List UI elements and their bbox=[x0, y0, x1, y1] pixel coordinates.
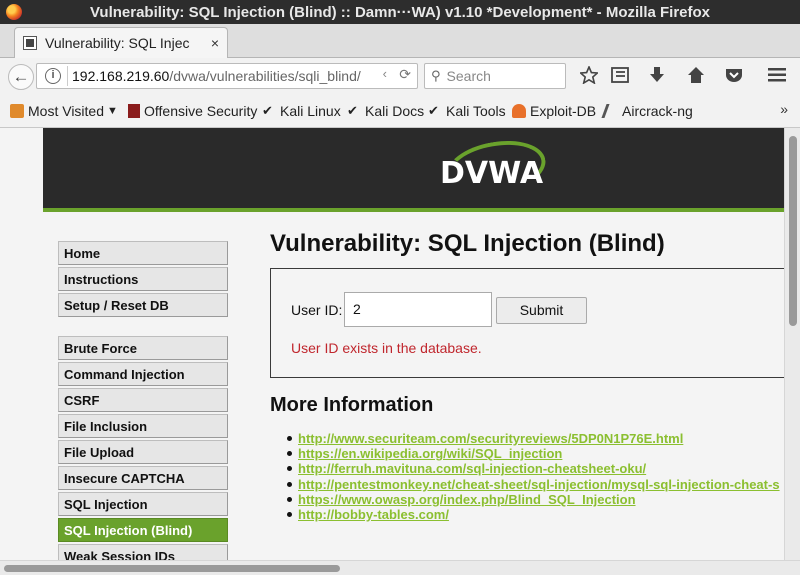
downloads-icon[interactable] bbox=[649, 66, 665, 84]
url-host: 192.168.219.60 bbox=[72, 68, 170, 84]
bookmark-label: Kali Tools bbox=[446, 103, 506, 119]
result-message: User ID exists in the database. bbox=[291, 340, 482, 356]
kali-dragon-icon: ✔ bbox=[347, 103, 358, 118]
page-title: Vulnerability: SQL Injection (Blind) bbox=[270, 230, 665, 257]
dvwa-sidebar: Home Instructions Setup / Reset DB Brute… bbox=[43, 216, 270, 560]
reference-links: http://www.securiteam.com/securityreview… bbox=[287, 431, 784, 522]
reload-icon[interactable]: ⟳ bbox=[399, 66, 411, 83]
dvwa-main-body: Vulnerability: SQL Injection (Blind) Use… bbox=[270, 216, 784, 560]
reference-link[interactable]: http://bobby-tables.com/ bbox=[298, 507, 449, 522]
home-icon[interactable] bbox=[687, 66, 705, 84]
search-input[interactable]: ⚲ Search bbox=[424, 63, 566, 89]
library-icon[interactable] bbox=[611, 67, 629, 83]
search-placeholder: Search bbox=[446, 68, 491, 84]
menu-brute-force[interactable]: Brute Force bbox=[58, 336, 228, 360]
dvwa-logo[interactable]: DVWA bbox=[438, 133, 550, 203]
bookmarks-overflow-button[interactable]: » bbox=[780, 101, 788, 117]
bookmark-star-icon[interactable] bbox=[580, 66, 598, 84]
vertical-scrollbar[interactable] bbox=[784, 128, 800, 560]
firefox-icon bbox=[6, 4, 22, 20]
kali-dragon-icon: ✔ bbox=[262, 103, 273, 118]
submit-button[interactable]: Submit bbox=[496, 297, 587, 324]
offsec-icon bbox=[128, 104, 140, 118]
horizontal-scroll-thumb[interactable] bbox=[4, 565, 340, 572]
bookmark-exploit-db[interactable]: Exploit-DB bbox=[512, 103, 596, 119]
vertical-scroll-thumb[interactable] bbox=[789, 136, 797, 326]
menu-weak-session-ids[interactable]: Weak Session IDs bbox=[58, 544, 228, 560]
kali-dragon-icon: ✔ bbox=[428, 103, 439, 118]
bookmark-most-visited[interactable]: Most Visited ▼ bbox=[10, 103, 118, 119]
tab-strip: Vulnerability: SQL Injec × + bbox=[0, 24, 800, 76]
url-separator bbox=[67, 66, 68, 86]
aircrack-icon bbox=[601, 104, 621, 118]
bookmarks-toolbar: Most Visited ▼ Offensive Security ✔ Kali… bbox=[0, 94, 800, 128]
bookmark-label: Aircrack-ng bbox=[622, 103, 693, 119]
bookmark-aircrack-ng[interactable]: Aircrack-ng bbox=[601, 103, 693, 119]
bookmark-kali-tools[interactable]: ✔ Kali Tools bbox=[428, 103, 506, 119]
navigation-toolbar: ← i 192.168.219.60 /dvwa/vulnerabilities… bbox=[0, 58, 800, 94]
window-titlebar: Vulnerability: SQL Injection (Blind) :: … bbox=[0, 0, 800, 24]
bookmark-kali-linux[interactable]: ✔ Kali Linux bbox=[262, 103, 341, 119]
bookmark-label: Offensive Security bbox=[144, 103, 258, 119]
bookmark-kali-docs[interactable]: ✔ Kali Docs bbox=[347, 103, 424, 119]
bookmark-offensive-security[interactable]: Offensive Security bbox=[128, 103, 257, 119]
menu-file-inclusion[interactable]: File Inclusion bbox=[58, 414, 228, 438]
bookmark-label: Most Visited bbox=[28, 103, 104, 119]
dvwa-header: DVWA bbox=[43, 128, 784, 212]
url-bar[interactable]: i 192.168.219.60 /dvwa/vulnerabilities/s… bbox=[36, 63, 418, 89]
menu-csrf[interactable]: CSRF bbox=[58, 388, 228, 412]
user-id-label: User ID: bbox=[291, 302, 343, 318]
reference-link[interactable]: http://ferruh.mavituna.com/sql-injection… bbox=[298, 461, 646, 476]
list-item: http://bobby-tables.com/ bbox=[287, 507, 784, 522]
page-viewport: DVWA Home Instructions Setup / Reset DB … bbox=[0, 128, 784, 560]
reference-link[interactable]: http://pentestmonkey.net/cheat-sheet/sql… bbox=[298, 477, 780, 492]
menu-sql-injection-blind[interactable]: SQL Injection (Blind) bbox=[58, 518, 228, 542]
menu-setup-reset-db[interactable]: Setup / Reset DB bbox=[58, 293, 228, 317]
logo-text: DVWA bbox=[440, 156, 544, 191]
vulnerable-code-area: User ID: 2 Submit User ID exists in the … bbox=[270, 268, 784, 378]
exploitdb-icon bbox=[512, 104, 526, 118]
menu-sql-injection[interactable]: SQL Injection bbox=[58, 492, 228, 516]
tab-label: Vulnerability: SQL Injec bbox=[45, 35, 190, 51]
bookmark-label: Kali Docs bbox=[365, 103, 425, 119]
bookmark-label: Exploit-DB bbox=[530, 103, 597, 119]
reference-link[interactable]: https://en.wikipedia.org/wiki/SQL_inject… bbox=[298, 446, 562, 461]
dvwa-favicon-icon bbox=[23, 36, 37, 50]
back-button[interactable]: ← bbox=[8, 64, 34, 90]
more-information-heading: More Information bbox=[270, 394, 434, 416]
gear-folder-icon bbox=[10, 104, 24, 118]
menu-home[interactable]: Home bbox=[58, 241, 228, 265]
list-item: https://en.wikipedia.org/wiki/SQL_inject… bbox=[287, 446, 784, 461]
window-title: Vulnerability: SQL Injection (Blind) :: … bbox=[89, 3, 711, 21]
horizontal-scrollbar[interactable] bbox=[0, 560, 800, 575]
list-item: http://pentestmonkey.net/cheat-sheet/sql… bbox=[287, 477, 784, 492]
menu-command-injection[interactable]: Command Injection bbox=[58, 362, 228, 386]
tab-dvwa[interactable]: Vulnerability: SQL Injec × bbox=[14, 27, 228, 58]
search-icon: ⚲ bbox=[431, 68, 441, 83]
list-item: http://ferruh.mavituna.com/sql-injection… bbox=[287, 461, 784, 476]
list-item: http://www.securiteam.com/securityreview… bbox=[287, 431, 784, 446]
menu-file-upload[interactable]: File Upload bbox=[58, 440, 228, 464]
menu-icon[interactable] bbox=[768, 68, 786, 82]
bookmark-label: Kali Linux bbox=[280, 103, 341, 119]
chevron-down-icon: ▼ bbox=[107, 105, 118, 117]
reference-link[interactable]: http://www.securiteam.com/securityreview… bbox=[298, 431, 683, 446]
reference-link[interactable]: https://www.owasp.org/index.php/Blind_SQ… bbox=[298, 492, 636, 507]
url-path: /dvwa/vulnerabilities/sqli_blind/ bbox=[169, 68, 361, 84]
url-dropdown-icon[interactable]: ‹ bbox=[383, 66, 387, 81]
pocket-icon[interactable] bbox=[725, 67, 743, 83]
menu-instructions[interactable]: Instructions bbox=[58, 267, 228, 291]
user-id-input[interactable]: 2 bbox=[344, 292, 492, 327]
menu-insecure-captcha[interactable]: Insecure CAPTCHA bbox=[58, 466, 228, 490]
list-item: https://www.owasp.org/index.php/Blind_SQ… bbox=[287, 492, 784, 507]
site-info-icon[interactable]: i bbox=[45, 68, 61, 84]
close-tab-icon[interactable]: × bbox=[211, 35, 219, 51]
